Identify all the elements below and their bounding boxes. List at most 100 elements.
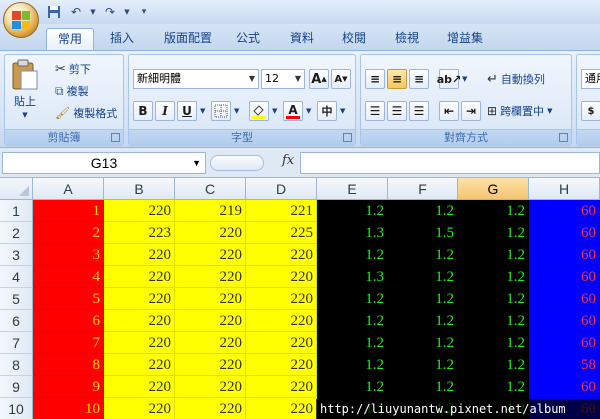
cell-b6[interactable]: 220 [104,310,175,332]
align-middle-button[interactable]: ≡ [387,69,407,89]
column-header-a[interactable]: A [33,178,104,200]
cell-b2[interactable]: 223 [104,222,175,244]
cell-h4[interactable]: 60 [529,266,600,288]
cell-h8[interactable]: 58 [529,354,600,376]
row-header-9[interactable]: 9 [0,376,33,398]
row-header-10[interactable]: 10 [0,398,33,419]
cell-c7[interactable]: 220 [175,332,246,354]
cell-d10[interactable]: 220 [246,398,317,419]
cell-a5[interactable]: 5 [33,288,104,310]
number-format-combo[interactable]: 通用 [581,69,600,89]
font-name-combo[interactable]: 新細明體 ▼ [133,69,259,89]
cell-h1[interactable]: 60 [529,200,600,222]
cell-a10[interactable]: 10 [33,398,104,419]
cell-b4[interactable]: 220 [104,266,175,288]
cell-c5[interactable]: 220 [175,288,246,310]
cell-a8[interactable]: 8 [33,354,104,376]
cell-f7[interactable]: 1.2 [388,332,458,354]
tab-insert[interactable]: 插入 [102,28,142,50]
tab-data[interactable]: 資料 [282,28,322,50]
save-icon[interactable] [46,4,62,20]
row-header-4[interactable]: 4 [0,266,33,288]
name-box-dropdown-icon[interactable]: ▼ [192,153,201,173]
align-right-button[interactable]: ☰ [409,101,429,121]
borders-button[interactable]: ▼ [211,101,239,121]
cell-d7[interactable]: 220 [246,332,317,354]
copy-button[interactable]: ⧉ 複製 [55,83,89,99]
cell-h9[interactable]: 60 [529,376,600,398]
cell-b3[interactable]: 220 [104,244,175,266]
align-top-button[interactable]: ≡ [365,69,385,89]
cell-a4[interactable]: 4 [33,266,104,288]
cell-g2[interactable]: 1.2 [458,222,529,244]
underline-button[interactable]: U ▼ [177,101,205,121]
cell-d5[interactable]: 220 [246,288,317,310]
font-launcher-icon[interactable] [343,133,352,142]
row-header-2[interactable]: 2 [0,222,33,244]
cell-d3[interactable]: 220 [246,244,317,266]
tab-view[interactable]: 檢視 [387,28,427,50]
customize-qat-icon[interactable]: ▾ [136,4,152,20]
row-header-3[interactable]: 3 [0,244,33,266]
column-header-f[interactable]: F [388,178,458,200]
office-button[interactable] [3,2,39,38]
bold-button[interactable]: B [133,101,153,121]
row-header-5[interactable]: 5 [0,288,33,310]
undo-icon[interactable]: ↶ [68,4,84,20]
cell-f2[interactable]: 1.5 [388,222,458,244]
cell-e5[interactable]: 1.2 [317,288,388,310]
cell-f1[interactable]: 1.2 [388,200,458,222]
align-left-button[interactable]: ☰ [365,101,385,121]
cell-h2[interactable]: 60 [529,222,600,244]
tab-review[interactable]: 校閱 [334,28,374,50]
cell-c8[interactable]: 220 [175,354,246,376]
cell-d8[interactable]: 220 [246,354,317,376]
insert-function-icon[interactable]: fx [282,153,294,168]
alignment-launcher-icon[interactable] [559,133,568,142]
cell-d1[interactable]: 221 [246,200,317,222]
cell-f4[interactable]: 1.2 [388,266,458,288]
select-all-button[interactable] [0,178,33,200]
cell-h6[interactable]: 60 [529,310,600,332]
cell-a7[interactable]: 7 [33,332,104,354]
column-header-g[interactable]: G [458,178,529,200]
column-header-h[interactable]: H [529,178,600,200]
row-header-7[interactable]: 7 [0,332,33,354]
cell-b5[interactable]: 220 [104,288,175,310]
fill-color-button[interactable]: ▼ [249,101,277,121]
cell-e2[interactable]: 1.3 [317,222,388,244]
cell-f5[interactable]: 1.2 [388,288,458,310]
cell-g1[interactable]: 1.2 [458,200,529,222]
phonetic-button[interactable]: 中 ▼ [317,101,345,121]
row-header-6[interactable]: 6 [0,310,33,332]
increase-indent-button[interactable]: ⇥ [461,101,481,121]
cell-b1[interactable]: 220 [104,200,175,222]
cell-f8[interactable]: 1.2 [388,354,458,376]
paste-button[interactable]: 貼上 ▼ [11,59,39,119]
tab-formulas[interactable]: 公式 [228,28,268,50]
cell-g5[interactable]: 1.2 [458,288,529,310]
cell-f6[interactable]: 1.2 [388,310,458,332]
cell-a2[interactable]: 2 [33,222,104,244]
column-header-c[interactable]: C [175,178,246,200]
cell-b7[interactable]: 220 [104,332,175,354]
cell-e7[interactable]: 1.2 [317,332,388,354]
orientation-button[interactable]: ab↗ ▼ [437,69,467,89]
cell-g7[interactable]: 1.2 [458,332,529,354]
name-box[interactable]: G13 ▼ [2,152,206,174]
tab-page-layout[interactable]: 版面配置 [155,28,221,50]
format-painter-button[interactable]: 🖌 複製格式 [55,105,117,121]
row-header-8[interactable]: 8 [0,354,33,376]
align-bottom-button[interactable]: ≡ [409,69,429,89]
italic-button[interactable]: I [155,101,175,121]
cell-d9[interactable]: 220 [246,376,317,398]
column-header-d[interactable]: D [246,178,317,200]
formula-bar-handle-icon[interactable] [210,155,264,171]
cell-f9[interactable]: 1.2 [388,376,458,398]
cell-e9[interactable]: 1.2 [317,376,388,398]
formula-input[interactable] [300,152,600,174]
cell-b8[interactable]: 220 [104,354,175,376]
cell-b10[interactable]: 220 [104,398,175,419]
cut-button[interactable]: ✂ 剪下 [55,61,91,77]
cell-g4[interactable]: 1.2 [458,266,529,288]
